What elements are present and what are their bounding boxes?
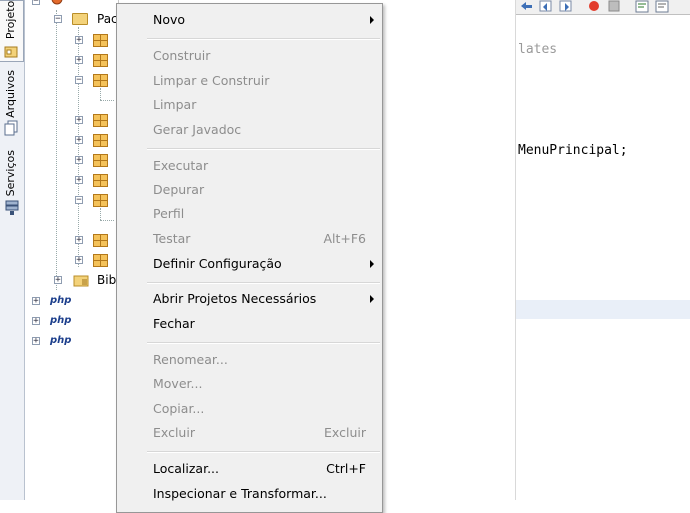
context-menu[interactable]: Novo Construir Limpar e Construir Limpar… — [116, 3, 383, 513]
source-packages-expander[interactable]: − — [54, 15, 62, 24]
package-icon — [93, 74, 108, 87]
next-icon[interactable] — [558, 0, 574, 13]
package-icon — [93, 194, 108, 207]
source-packages-label: Pac — [97, 12, 118, 26]
folder-icon — [72, 13, 88, 25]
menu-item-testar[interactable]: Testar Alt+F6 — [119, 228, 380, 250]
package-icon — [93, 134, 108, 147]
menu-item-perfil[interactable]: Perfil — [119, 203, 380, 225]
tab-projetos[interactable]: Projetos — [0, 0, 24, 62]
menu-item-limpar-e-construir[interactable]: Limpar e Construir — [119, 70, 380, 92]
menu-item-construir[interactable]: Construir — [119, 45, 380, 67]
menu-item-depurar[interactable]: Depurar — [119, 179, 380, 201]
package-icon — [93, 154, 108, 167]
tree-node-package[interactable]: + — [25, 172, 118, 188]
php-project-icon: php — [50, 295, 72, 306]
submenu-arrow-icon — [370, 16, 374, 24]
submenu-arrow-icon — [370, 295, 374, 303]
tree-node-package[interactable]: − — [25, 192, 118, 208]
tree-node-package[interactable]: − — [25, 72, 118, 88]
menu-item-gerar-javadoc[interactable]: Gerar Javadoc — [119, 119, 380, 141]
previous-icon[interactable] — [538, 0, 554, 13]
shortcut-testar: Alt+F6 — [323, 231, 366, 246]
menu-item-inspecionar-e-transformar[interactable]: Inspecionar e Transformar... — [119, 483, 380, 505]
services-icon — [4, 200, 19, 215]
package-icon — [93, 234, 108, 247]
menu-item-executar[interactable]: Executar — [119, 155, 380, 177]
menu-item-copiar[interactable]: Copiar... — [119, 398, 380, 420]
menu-item-novo[interactable]: Novo — [119, 9, 380, 31]
tree-node-package[interactable]: + — [25, 52, 118, 68]
menu-item-renomear[interactable]: Renomear... — [119, 349, 380, 371]
menu-item-localizar[interactable]: Localizar... Ctrl+F — [119, 458, 380, 480]
project-tree[interactable]: − − Pac + + − + + + + − + + + Bibl + php… — [25, 0, 120, 500]
libraries-icon — [73, 273, 89, 290]
tree-node-package[interactable]: + — [25, 252, 118, 268]
menu-item-abrir-projetos-necessarios[interactable]: Abrir Projetos Necessários — [119, 288, 380, 310]
current-line-highlight — [516, 300, 690, 319]
code-line[interactable]: MenuPrincipal; — [518, 143, 628, 159]
package-icon — [93, 54, 108, 67]
root-expander[interactable]: − — [32, 0, 40, 6]
comment-icon[interactable] — [634, 0, 650, 13]
tab-servicos-label: Serviços — [4, 149, 17, 196]
tree-node-libraries[interactable]: + Bibl — [25, 272, 120, 290]
php-project-icon: php — [50, 315, 72, 326]
menu-item-mover[interactable]: Mover... — [119, 373, 380, 395]
editor-toolbar — [516, 0, 690, 15]
menu-item-definir-configuracao[interactable]: Definir Configuração — [119, 253, 380, 275]
files-icon — [4, 120, 19, 136]
menu-item-limpar[interactable]: Limpar — [119, 94, 380, 116]
tab-arquivos[interactable]: Arquivos — [0, 66, 24, 140]
code-editor[interactable]: lates MenuPrincipal; — [383, 0, 690, 500]
menu-separator — [147, 342, 380, 344]
submenu-arrow-icon — [370, 260, 374, 268]
project-icon — [4, 45, 19, 59]
code-line[interactable]: lates — [518, 42, 557, 58]
tree-node-package[interactable]: + — [25, 152, 118, 168]
menu-item-fechar[interactable]: Fechar — [119, 313, 380, 335]
package-icon — [93, 34, 108, 47]
package-icon — [93, 114, 108, 127]
stop-macro-icon[interactable] — [606, 0, 622, 13]
uncomment-icon[interactable] — [654, 0, 670, 13]
shortcut-localizar: Ctrl+F — [326, 461, 366, 476]
project-root-icon — [50, 0, 64, 9]
back-icon[interactable] — [518, 0, 534, 13]
tree-node-package[interactable]: + — [25, 32, 118, 48]
menu-separator — [147, 451, 380, 453]
tree-node-package[interactable]: + — [25, 112, 118, 128]
php-project-icon: php — [50, 335, 72, 346]
tab-servicos[interactable]: Serviços — [0, 146, 24, 220]
package-icon — [93, 174, 108, 187]
menu-item-excluir[interactable]: Excluir Excluir — [119, 422, 380, 444]
tab-arquivos-label: Arquivos — [4, 70, 17, 118]
menu-separator — [147, 148, 380, 150]
tree-node-php-project[interactable]: + php — [25, 293, 118, 309]
package-icon — [93, 254, 108, 267]
tree-node-php-project[interactable]: + php — [25, 313, 118, 329]
tab-projetos-label: Projetos — [4, 0, 17, 39]
tree-node-source-packages[interactable]: − Pac — [25, 11, 118, 27]
side-tab-strip: Projetos Arquivos Serviços — [0, 0, 25, 500]
tree-node-php-project[interactable]: + php — [25, 333, 118, 349]
libraries-expander[interactable]: + — [54, 276, 62, 285]
record-macro-icon[interactable] — [586, 0, 602, 13]
tree-node-package[interactable]: + — [25, 132, 118, 148]
menu-separator — [147, 38, 380, 40]
shortcut-excluir: Excluir — [324, 425, 366, 440]
menu-separator — [147, 282, 380, 284]
tree-node-package[interactable]: + — [25, 232, 118, 248]
